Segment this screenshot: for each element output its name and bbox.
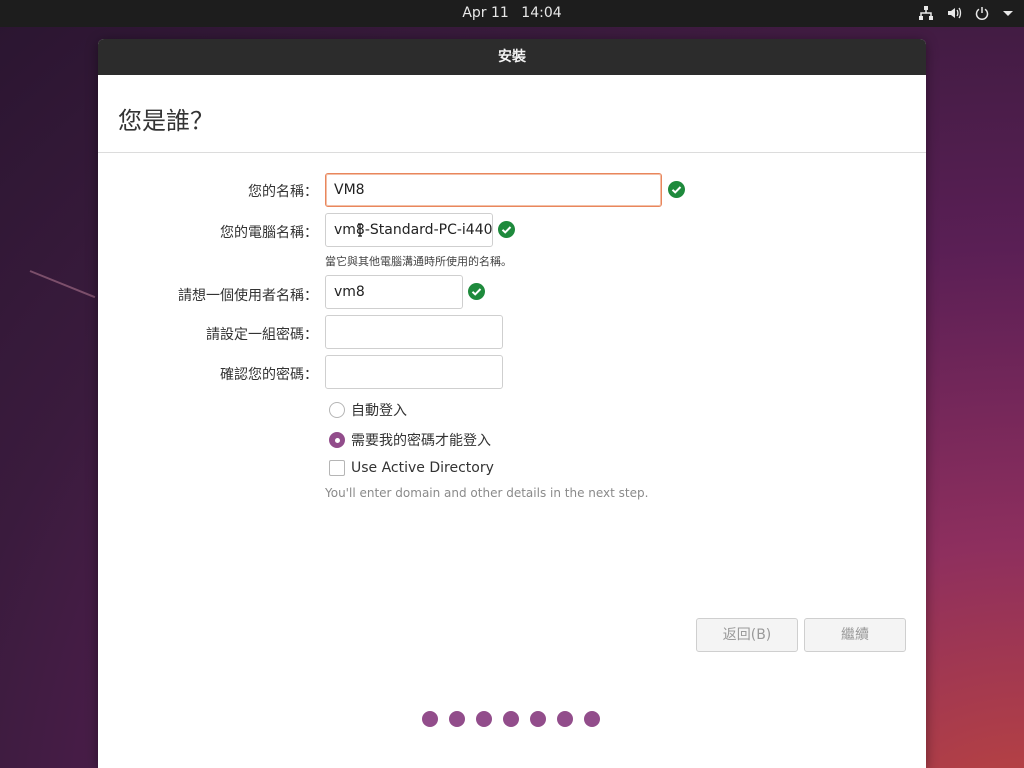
- password-label: 請設定一組密碼：: [206, 327, 318, 343]
- progress-dot: [530, 711, 546, 727]
- progress-dot: [557, 711, 573, 727]
- menu-arrow-icon[interactable]: [1002, 7, 1014, 19]
- progress-dot: [449, 711, 465, 727]
- progress-dots: [422, 711, 600, 727]
- text-cursor-icon: [358, 223, 362, 237]
- require-password-option[interactable]: 需要我的密碼才能登入: [329, 430, 491, 450]
- auto-login-option[interactable]: 自動登入: [329, 400, 407, 420]
- window-title: 安裝: [98, 39, 926, 75]
- auto-login-label: 自動登入: [351, 403, 407, 419]
- name-label: 您的名稱：: [248, 184, 318, 200]
- computer-name-label: 您的電腦名稱：: [220, 225, 318, 241]
- page-header: [98, 75, 926, 153]
- progress-dot: [476, 711, 492, 727]
- clock-date: Apr 11: [462, 5, 509, 21]
- installer-window: 安裝 您是誰？ 您的名稱： VM8 您的電腦名稱： vm8-Standard-P…: [98, 39, 926, 768]
- active-directory-checkbox[interactable]: [329, 460, 345, 476]
- back-button[interactable]: 返回(B): [696, 618, 798, 652]
- username-field[interactable]: vm8: [325, 275, 463, 309]
- name-field[interactable]: VM8: [325, 173, 662, 207]
- clock-time: 14:04: [521, 5, 562, 21]
- require-password-radio[interactable]: [329, 432, 345, 448]
- system-tray[interactable]: [918, 4, 1014, 22]
- require-password-label: 需要我的密碼才能登入: [351, 433, 491, 449]
- network-icon[interactable]: [918, 5, 934, 21]
- computer-name-field[interactable]: vm8-Standard-PC-i440F: [325, 213, 493, 247]
- continue-button[interactable]: 繼續: [804, 618, 906, 652]
- check-circle-icon: [668, 181, 685, 198]
- wallpaper-streak: [29, 270, 96, 299]
- page-title: 您是誰？: [118, 107, 214, 135]
- check-circle-icon: [468, 283, 485, 300]
- username-label: 請想一個使用者名稱：: [178, 288, 318, 304]
- check-circle-icon: [498, 221, 515, 238]
- top-bar: Apr 11 14:04: [0, 0, 1024, 27]
- progress-dot: [422, 711, 438, 727]
- computer-name-hint: 當它與其他電腦溝通時所使用的名稱。: [325, 255, 512, 268]
- active-directory-label: Use Active Directory: [351, 460, 494, 476]
- active-directory-option[interactable]: Use Active Directory: [329, 460, 494, 476]
- progress-dot: [584, 711, 600, 727]
- confirm-password-label: 確認您的密碼：: [220, 367, 318, 383]
- clock[interactable]: Apr 11 14:04: [0, 5, 1024, 21]
- password-field[interactable]: [325, 315, 503, 349]
- progress-dot: [503, 711, 519, 727]
- active-directory-hint: You'll enter domain and other details in…: [325, 486, 649, 500]
- power-icon[interactable]: [974, 5, 990, 21]
- confirm-password-field[interactable]: [325, 355, 503, 389]
- volume-icon[interactable]: [946, 5, 962, 21]
- auto-login-radio[interactable]: [329, 402, 345, 418]
